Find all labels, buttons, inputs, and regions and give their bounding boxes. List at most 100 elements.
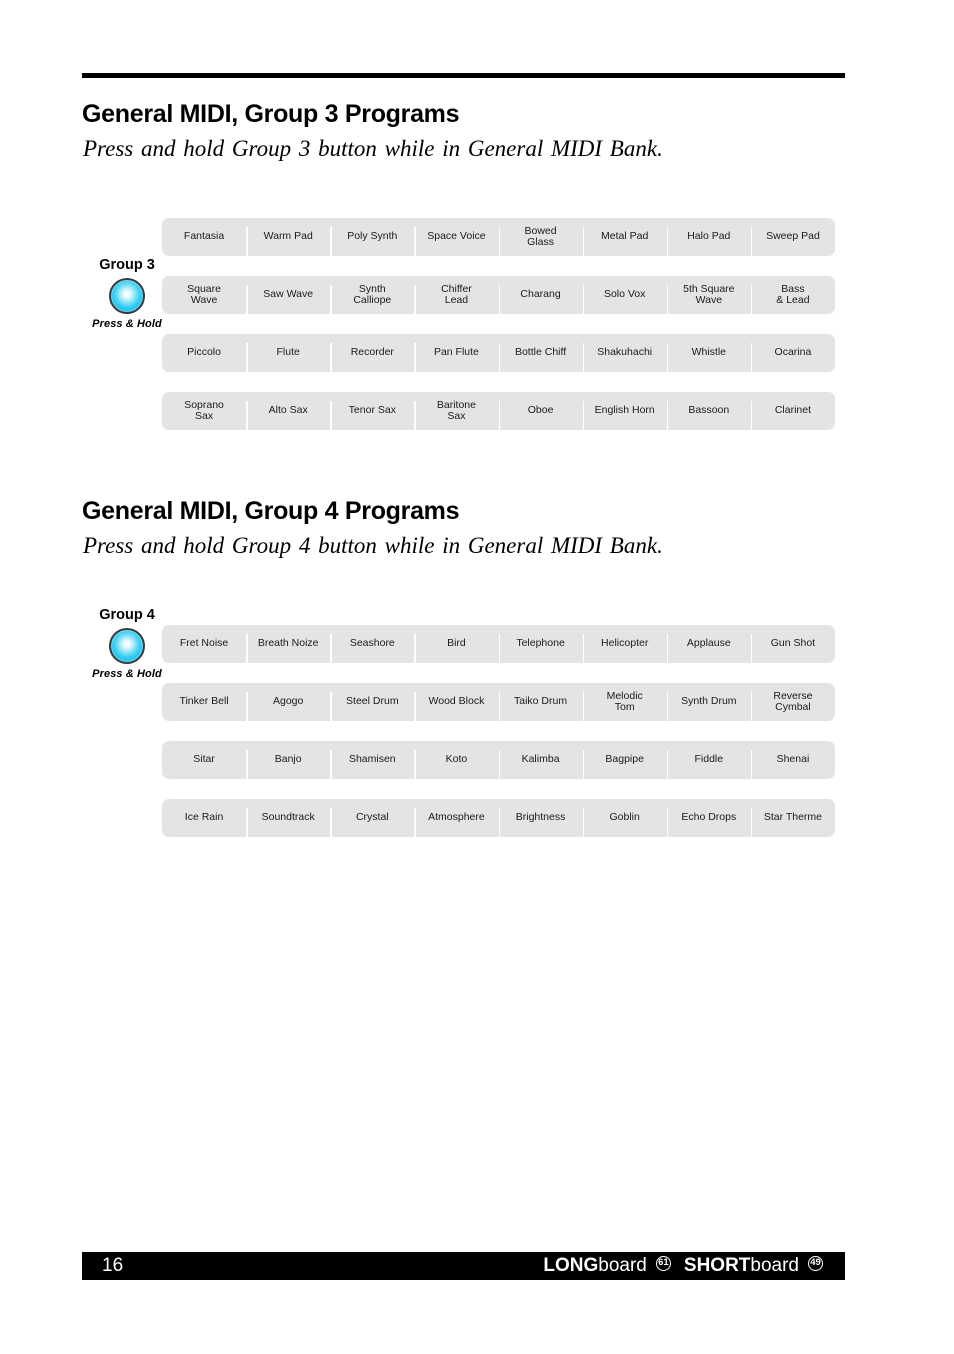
program-cell[interactable]: Melodic Tom <box>582 683 667 721</box>
program-cell[interactable]: Ice Rain <box>162 799 246 837</box>
program-cell-label: Shakuhachi <box>597 346 653 359</box>
program-cell-label: 5th Square Wave <box>683 282 735 306</box>
program-cell[interactable]: Taiko Drum <box>498 683 583 721</box>
program-cell[interactable]: Halo Pad <box>666 218 751 256</box>
program-row: Piccolo Flute Recorder Pan Flute Bottle Chif… <box>162 334 835 372</box>
program-cell-label: Soprano Sax <box>184 398 224 422</box>
program-cell[interactable]: Recorder <box>330 334 414 372</box>
footer-longboard-key-count-badge: 61 <box>655 1255 671 1271</box>
program-row: Fantasia Warm Pad Poly Synth Space Voice Bow… <box>162 218 835 256</box>
program-cell-label: Solo Vox <box>603 288 646 301</box>
program-cell[interactable]: Baritone Sax <box>414 392 498 430</box>
program-cell[interactable]: Tinker Bell <box>162 683 246 721</box>
program-cell[interactable]: Star Therme <box>750 799 835 837</box>
footer-brand-longboard: LONGboard <box>543 1255 647 1277</box>
program-cell[interactable]: Atmosphere <box>414 799 498 837</box>
program-cell[interactable]: Synth Calliope <box>330 276 414 314</box>
program-cell[interactable]: Telephone <box>498 625 583 663</box>
program-cell-label: Helicopter <box>601 637 649 650</box>
program-cell[interactable]: Fantasia <box>162 218 246 256</box>
program-cell[interactable]: Bottle Chiff <box>498 334 583 372</box>
program-cell[interactable]: Echo Drops <box>666 799 751 837</box>
program-cell-label: Tinker Bell <box>179 695 229 708</box>
program-cell[interactable]: Breath Noize <box>246 625 330 663</box>
program-cell[interactable]: Charang <box>498 276 583 314</box>
program-cell-label: Steel Drum <box>346 695 399 708</box>
footer-brand-group: LONGboard 61 SHORTboard 49 <box>543 1255 829 1277</box>
program-cell[interactable]: Saw Wave <box>246 276 330 314</box>
page-footer: 16 LONGboard 61 SHORTboard 49 <box>82 1252 845 1280</box>
program-cell[interactable]: Square Wave <box>162 276 246 314</box>
program-cell[interactable]: Ocarina <box>750 334 835 372</box>
program-cell-label: Sweep Pad <box>766 230 820 243</box>
program-cell[interactable]: Brightness <box>498 799 583 837</box>
program-cell[interactable]: Space Voice <box>414 218 498 256</box>
program-cell[interactable]: English Horn <box>582 392 667 430</box>
program-cell-label: Gun Shot <box>770 637 816 650</box>
program-cell[interactable]: Bass & Lead <box>750 276 835 314</box>
program-cell[interactable]: Soprano Sax <box>162 392 246 430</box>
program-cell[interactable]: Banjo <box>246 741 330 779</box>
program-cell[interactable]: Kalimba <box>498 741 583 779</box>
program-cell-label: Charang <box>520 288 561 301</box>
program-cell-label: Star Therme <box>763 811 823 824</box>
program-cell[interactable]: Sweep Pad <box>750 218 835 256</box>
footer-brand-longboard-prefix: LONG <box>543 1255 599 1276</box>
program-cell-label: Pan Flute <box>433 346 479 359</box>
program-cell[interactable]: Applause <box>666 625 751 663</box>
program-cell[interactable]: Pan Flute <box>414 334 498 372</box>
program-row: Ice Rain Soundtrack Crystal Atmosphere Brigh… <box>162 799 835 837</box>
program-cell-label: Square Wave <box>187 282 221 306</box>
program-cell[interactable]: Poly Synth <box>330 218 414 256</box>
program-cell-label: Warm Pad <box>263 230 313 243</box>
program-cell[interactable]: Gun Shot <box>750 625 835 663</box>
group-4-button-label: Group 4 <box>99 607 155 623</box>
program-row: Sitar Banjo Shamisen Koto Kalimba Bagpipe Fidd… <box>162 741 835 779</box>
program-cell[interactable]: Steel Drum <box>330 683 414 721</box>
program-cell[interactable]: Solo Vox <box>582 276 667 314</box>
group-3-button[interactable] <box>109 278 145 314</box>
program-cell[interactable]: Whistle <box>666 334 751 372</box>
program-cell[interactable]: Flute <box>246 334 330 372</box>
program-cell[interactable]: Bird <box>414 625 498 663</box>
program-cell[interactable]: Soundtrack <box>246 799 330 837</box>
footer-brand-shortboard-prefix: SHORT <box>683 1255 751 1276</box>
program-cell[interactable]: Shamisen <box>330 741 414 779</box>
program-cell[interactable]: Wood Block <box>414 683 498 721</box>
program-cell[interactable]: Reverse Cymbal <box>750 683 835 721</box>
program-cell[interactable]: Metal Pad <box>582 218 667 256</box>
program-cell[interactable]: 5th Square Wave <box>666 276 751 314</box>
program-cell[interactable]: Bowed Glass <box>498 218 583 256</box>
program-cell[interactable]: Sitar <box>162 741 246 779</box>
program-cell[interactable]: Clarinet <box>750 392 835 430</box>
program-cell[interactable]: Bassoon <box>666 392 751 430</box>
program-cell[interactable]: Oboe <box>498 392 583 430</box>
program-cell[interactable]: Agogo <box>246 683 330 721</box>
program-cell-label: Soundtrack <box>261 811 315 824</box>
program-cell[interactable]: Fiddle <box>666 741 751 779</box>
program-cell[interactable]: Shenai <box>750 741 835 779</box>
program-cell[interactable]: Bagpipe <box>582 741 667 779</box>
program-cell[interactable]: Seashore <box>330 625 414 663</box>
program-cell[interactable]: Alto Sax <box>246 392 330 430</box>
program-cell[interactable]: Fret Noise <box>162 625 246 663</box>
program-cell-label: Breath Noize <box>257 637 319 650</box>
program-cell-label: Fiddle <box>694 753 724 766</box>
program-cell[interactable]: Koto <box>414 741 498 779</box>
program-cell[interactable]: Shakuhachi <box>582 334 667 372</box>
header-rule <box>82 73 845 78</box>
program-cell[interactable]: Helicopter <box>582 625 667 663</box>
program-cell[interactable]: Warm Pad <box>246 218 330 256</box>
program-cell[interactable]: Crystal <box>330 799 414 837</box>
program-row: Tinker Bell Agogo Steel Drum Wood Block Taik… <box>162 683 835 721</box>
program-cell-label: Kalimba <box>521 753 560 766</box>
program-cell-label: Telephone <box>516 637 565 650</box>
program-cell[interactable]: Synth Drum <box>666 683 751 721</box>
program-cell-label: Shenai <box>776 753 810 766</box>
program-cell[interactable]: Chiffer Lead <box>414 276 498 314</box>
program-cell[interactable]: Goblin <box>582 799 667 837</box>
program-cell[interactable]: Tenor Sax <box>330 392 414 430</box>
program-cell-label: Bassoon <box>688 404 730 417</box>
group-4-button[interactable] <box>109 628 145 664</box>
program-cell[interactable]: Piccolo <box>162 334 246 372</box>
